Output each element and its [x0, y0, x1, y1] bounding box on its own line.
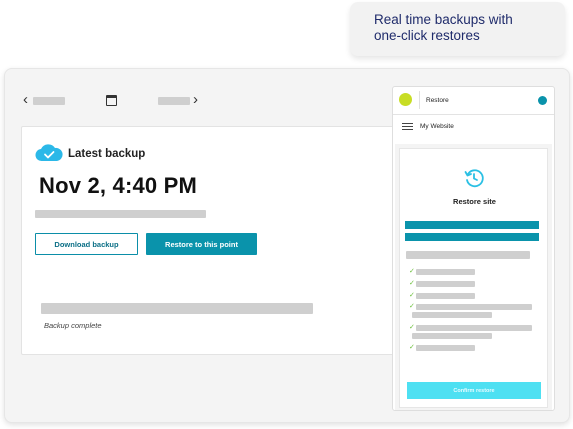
check-icon: ✓ [409, 280, 415, 287]
tooltip-line-2: one-click restores [374, 28, 480, 43]
progress-placeholder [41, 303, 313, 314]
checklist-item [416, 269, 475, 275]
check-icon: ✓ [409, 292, 415, 299]
checklist-item-wrap [412, 312, 492, 318]
text-placeholder [35, 210, 206, 218]
date-navigation: ‹ › [21, 92, 401, 110]
tooltip-line-1: Real time backups with [374, 12, 513, 27]
check-icon: ✓ [409, 268, 415, 275]
restore-panel: Restore My Website Restore site ✓ ✓ ✓ ✓ [392, 86, 555, 411]
chevron-left-icon[interactable]: ‹ [23, 92, 28, 108]
check-icon: ✓ [409, 344, 415, 351]
history-icon [464, 169, 484, 188]
menu-icon[interactable] [402, 123, 413, 130]
checklist-item [416, 293, 475, 299]
site-name: My Website [420, 123, 454, 130]
feature-tooltip: Real time backups with one-click restore… [350, 2, 565, 56]
chevron-right-icon[interactable]: › [193, 92, 198, 108]
accent-bar [405, 221, 539, 229]
checklist-item [416, 345, 475, 351]
panel-header-label: Restore [426, 97, 449, 104]
checklist-item [416, 281, 475, 287]
screen: Real time backups with one-click restore… [0, 0, 573, 429]
latest-backup-heading: Latest backup [68, 148, 146, 160]
checklist-item-wrap [412, 333, 492, 339]
panel-header: Restore [393, 87, 554, 115]
calendar-icon[interactable] [106, 95, 117, 106]
restore-site-title: Restore site [453, 197, 496, 206]
cloud-check-icon [35, 144, 63, 162]
status-dot-icon [399, 93, 412, 106]
restore-site-card: Restore site ✓ ✓ ✓ ✓ ✓ ✓ Confirm restore [399, 148, 548, 408]
backup-status: Backup complete [44, 321, 102, 330]
checklist-item [416, 304, 532, 310]
text-placeholder [406, 251, 530, 259]
backup-date: Nov 2, 4:40 PM [39, 173, 198, 198]
checklist-item [416, 325, 532, 331]
date-placeholder-right [158, 97, 190, 105]
accent-bar [405, 233, 539, 241]
backup-card: Latest backup Nov 2, 4:40 PM Download ba… [21, 126, 395, 355]
check-icon: ✓ [409, 303, 415, 310]
check-icon: ✓ [409, 324, 415, 331]
restore-to-point-button[interactable]: Restore to this point [146, 233, 257, 255]
download-backup-button[interactable]: Download backup [35, 233, 138, 255]
confirm-restore-button[interactable]: Confirm restore [407, 382, 541, 399]
divider [419, 91, 420, 109]
date-placeholder-left [33, 97, 65, 105]
indicator-dot-icon [538, 96, 547, 105]
